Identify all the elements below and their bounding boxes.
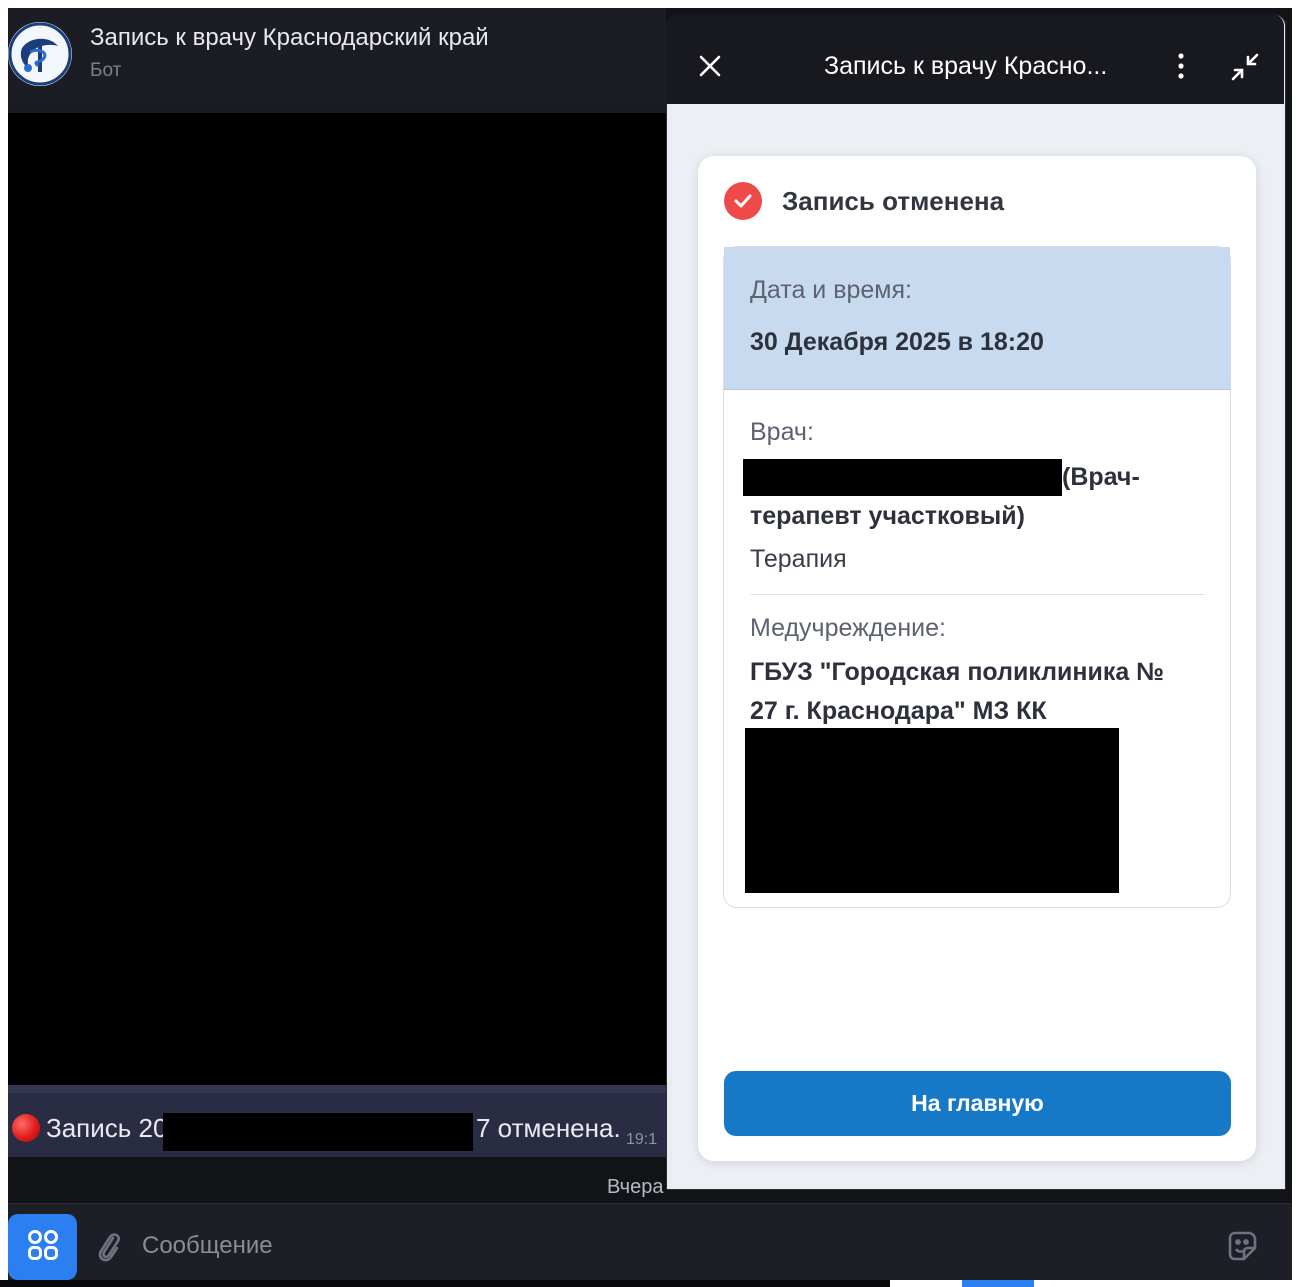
status-title: Запись отменена xyxy=(782,186,1005,216)
more-button[interactable] xyxy=(1166,48,1196,88)
collapse-button[interactable] xyxy=(1226,50,1264,88)
facility-name-line2: 27 г. Краснодара" МЗ КК xyxy=(750,697,1047,725)
chat-title: Запись к врачу Краснодарский край xyxy=(90,24,489,51)
date-separator: Вчера xyxy=(607,1176,664,1198)
doctor-specialty-line2: терапевт участковый) xyxy=(750,502,1025,530)
chat-media-area xyxy=(8,113,666,1085)
facility-name-line1: ГБУЗ "Городская поликлиника № xyxy=(750,658,1165,686)
bottom-edge-blue xyxy=(962,1280,1034,1287)
chat-header[interactable] xyxy=(8,8,666,106)
redacted-facility-address xyxy=(745,728,1119,893)
bot-avatar[interactable] xyxy=(8,22,72,86)
divider xyxy=(750,594,1205,595)
message-input[interactable] xyxy=(142,1228,1202,1264)
chat-background-strip xyxy=(8,105,666,113)
date-value: 30 Декабря 2025 в 18:20 xyxy=(750,328,1044,356)
department: Терапия xyxy=(750,545,847,573)
message-time: 19:1 xyxy=(626,1131,658,1148)
apps-icon xyxy=(26,1228,60,1267)
bottom-edge-dark xyxy=(0,1280,890,1287)
more-vertical-icon xyxy=(1177,52,1185,85)
redacted-doctor-name xyxy=(743,459,1062,496)
date-label: Дата и время: xyxy=(750,276,912,304)
message-text-end: 7 отменена. xyxy=(476,1113,621,1143)
date-block xyxy=(724,247,1230,390)
bot-apps-button[interactable] xyxy=(8,1214,77,1280)
status-check-icon xyxy=(724,182,762,220)
doctor-specialty-line1: (Врач- xyxy=(1062,463,1140,491)
red-circle-icon xyxy=(12,1114,40,1142)
facility-label: Медучреждение: xyxy=(750,614,946,642)
mini-app-title: Запись к врачу Красно... xyxy=(824,52,1108,80)
collapse-icon xyxy=(1229,51,1261,88)
home-button[interactable]: На главную xyxy=(724,1071,1231,1136)
chat-subtitle: Бот xyxy=(90,60,122,81)
close-button[interactable] xyxy=(690,48,730,88)
message-text-start: Запись 20 xyxy=(46,1113,168,1143)
paperclip-icon[interactable] xyxy=(93,1230,125,1264)
redacted-message-part xyxy=(163,1113,473,1151)
sticker-icon[interactable] xyxy=(1224,1228,1260,1264)
close-icon xyxy=(698,54,722,83)
doctor-label: Врач: xyxy=(750,418,814,446)
